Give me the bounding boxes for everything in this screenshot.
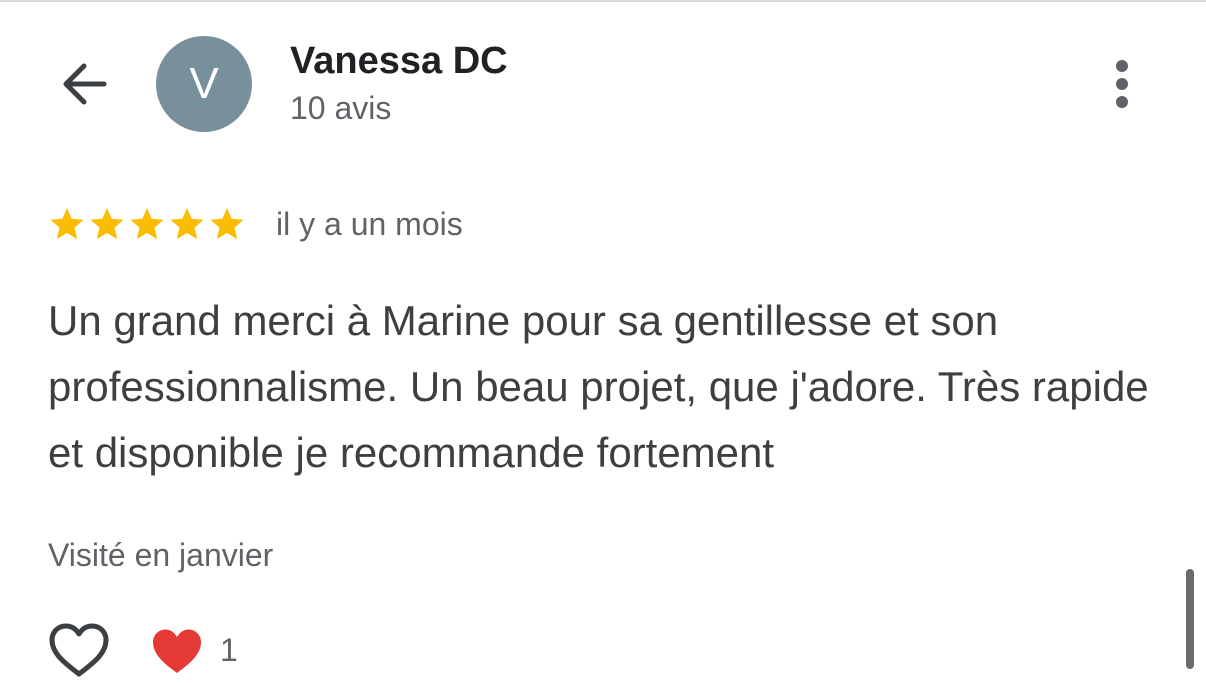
- arrow-left-icon: [63, 63, 107, 105]
- avatar-letter: V: [189, 59, 219, 108]
- back-button[interactable]: [52, 52, 116, 116]
- review-count: 10 avis: [290, 90, 392, 126]
- star-icon: [210, 207, 244, 240]
- star-icon: [170, 207, 204, 240]
- review-date: il y a un mois: [276, 206, 463, 242]
- more-vertical-icon-dot: [1116, 78, 1128, 90]
- scrollbar[interactable]: [1186, 569, 1194, 669]
- star-rating: [48, 205, 246, 243]
- visit-info: Visité en janvier: [48, 537, 274, 573]
- top-divider: [0, 0, 1206, 2]
- review-text: Un grand merci à Marine pour sa gentille…: [48, 297, 1149, 476]
- more-vertical-icon-dot: [1116, 96, 1128, 108]
- reaction-count: 1: [220, 632, 238, 668]
- star-icon: [90, 207, 124, 240]
- avatar[interactable]: V: [156, 36, 252, 132]
- star-icon: [130, 207, 164, 240]
- heart-outline-icon: [49, 623, 109, 677]
- reaction-summary[interactable]: 1: [150, 626, 238, 676]
- user-name[interactable]: Vanessa DC: [290, 40, 508, 83]
- more-options-button[interactable]: [1098, 52, 1146, 116]
- like-button[interactable]: [48, 622, 110, 678]
- star-icon: [50, 207, 84, 240]
- red-heart-icon: [153, 629, 201, 673]
- more-vertical-icon: [1116, 60, 1128, 72]
